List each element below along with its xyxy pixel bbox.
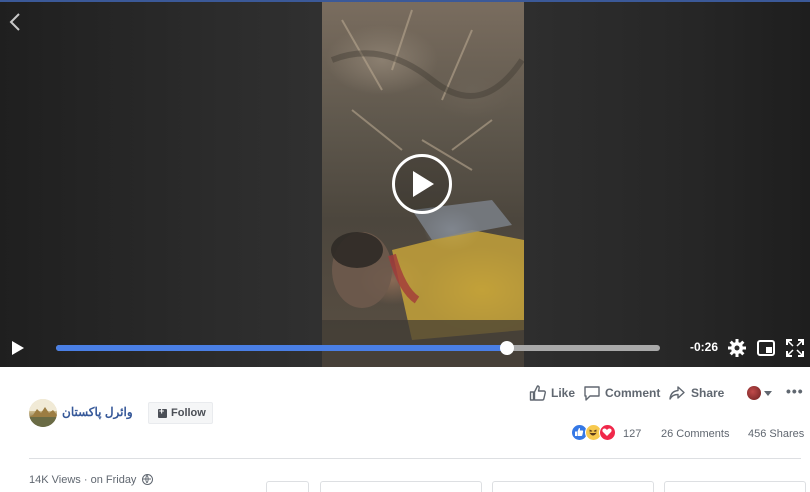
follow-plus-icon	[158, 406, 167, 418]
share-arrow-icon	[669, 386, 685, 400]
comment-button[interactable]: Comment	[583, 384, 661, 402]
share-label: Share	[691, 386, 725, 400]
share-button[interactable]: Share	[668, 384, 724, 402]
post-meta: 14K Views · on Friday	[29, 474, 136, 486]
post-as-avatar[interactable]	[747, 386, 761, 400]
section-divider	[29, 458, 801, 459]
comment-label: Comment	[605, 386, 661, 400]
comment-bubble-icon	[584, 386, 600, 401]
meta-separator: ·	[83, 474, 88, 486]
time-remaining: -0:26	[690, 340, 719, 354]
partial-element	[492, 481, 654, 492]
post-time-link[interactable]: on Friday	[91, 474, 137, 486]
video-blur-left	[0, 0, 322, 367]
thumbs-up-icon	[529, 385, 546, 401]
page-name-link[interactable]: وائرل پاکستان	[62, 405, 133, 419]
video-blur-right	[524, 0, 810, 367]
back-chevron-icon[interactable]	[6, 10, 26, 34]
love-reaction-icon	[599, 424, 616, 441]
video-top-border	[0, 0, 810, 2]
page-avatar[interactable]	[29, 399, 57, 427]
picture-in-picture-icon[interactable]	[756, 338, 776, 358]
partial-element	[664, 481, 806, 492]
reactions-summary[interactable]	[571, 424, 623, 442]
play-button[interactable]	[9, 339, 27, 357]
video-player[interactable]: -0:26	[0, 0, 810, 367]
views-count: 14K Views	[29, 474, 81, 486]
like-button[interactable]: Like	[529, 384, 579, 402]
partial-element	[320, 481, 482, 492]
comments-count-link[interactable]: 26 Comments	[661, 428, 729, 440]
partial-element	[266, 481, 309, 492]
page-avatar-image	[29, 399, 57, 427]
more-options-icon[interactable]: •••	[786, 383, 804, 399]
like-label: Like	[551, 386, 576, 400]
globe-privacy-icon	[142, 474, 153, 485]
fullscreen-icon[interactable]	[785, 338, 805, 358]
seek-bar[interactable]	[56, 341, 660, 355]
seek-bar-fill	[56, 345, 508, 351]
play-icon	[12, 341, 24, 355]
settings-gear-icon[interactable]	[727, 338, 747, 358]
shares-count-link[interactable]: 456 Shares	[748, 428, 804, 440]
play-icon	[413, 171, 434, 197]
chevron-down-icon[interactable]	[764, 391, 772, 396]
follow-button-label: Follow	[171, 407, 206, 419]
reactions-count[interactable]: 127	[623, 428, 641, 440]
follow-button[interactable]: Follow	[148, 402, 213, 424]
center-play-button[interactable]	[392, 154, 452, 214]
